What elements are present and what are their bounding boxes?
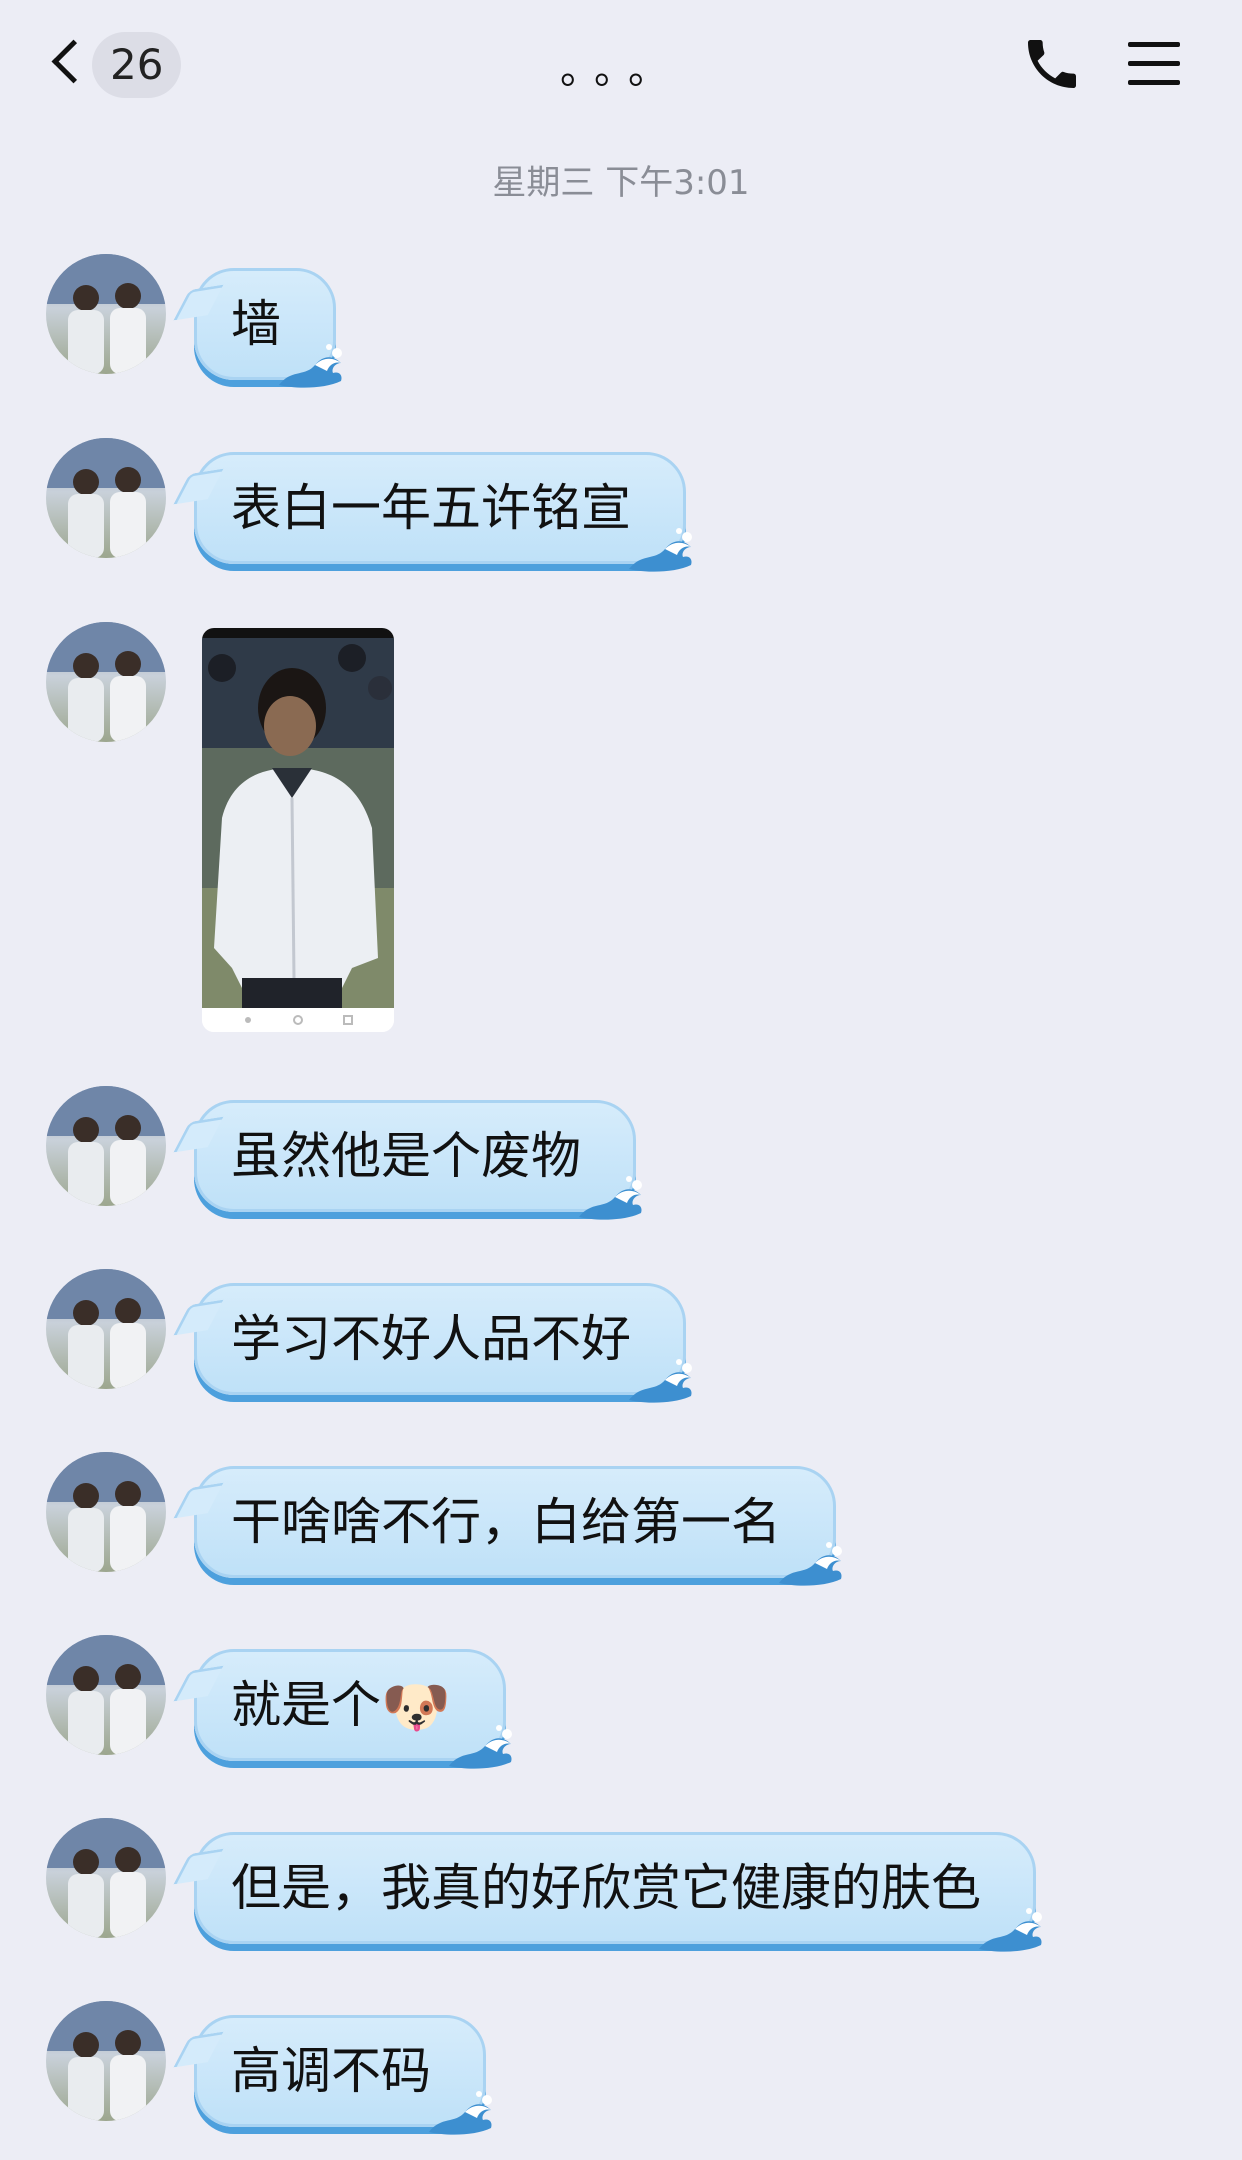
message-text: 学习不好人品不好 bbox=[231, 1310, 631, 1368]
dog-face-emoji: 🐶 bbox=[381, 1675, 451, 1740]
hamburger-menu-icon bbox=[1128, 42, 1180, 47]
menu-button[interactable] bbox=[1126, 36, 1182, 92]
wave-icon bbox=[779, 1542, 842, 1586]
avatar[interactable] bbox=[46, 622, 166, 742]
wave-icon bbox=[979, 1908, 1042, 1952]
call-button[interactable] bbox=[1020, 32, 1084, 96]
wave-icon bbox=[279, 344, 342, 388]
message-bubble[interactable]: 高调不码 bbox=[194, 2015, 492, 2135]
chevron-left-icon bbox=[51, 39, 96, 84]
message-bubble[interactable]: 学习不好人品不好 bbox=[194, 1283, 692, 1403]
chat-title: 。。。 bbox=[560, 47, 682, 93]
wave-icon bbox=[429, 2091, 492, 2135]
wave-icon bbox=[629, 1359, 692, 1403]
message-bubble[interactable]: 墙 bbox=[194, 268, 342, 388]
avatar[interactable] bbox=[46, 1635, 166, 1755]
image-message[interactable] bbox=[202, 628, 394, 1032]
top-bar: 26 。。。 bbox=[0, 0, 1242, 140]
back-button[interactable]: 26 bbox=[44, 32, 184, 102]
message-row: 虽然他是个废物 bbox=[0, 1086, 1242, 1220]
message-timestamp: 星期三 下午3:01 bbox=[492, 163, 750, 203]
wave-icon bbox=[629, 528, 692, 572]
message-row: 墙 bbox=[0, 254, 1242, 388]
avatar[interactable] bbox=[46, 1269, 166, 1389]
message-row: 学习不好人品不好 bbox=[0, 1269, 1242, 1403]
message-text: 虽然他是个废物 bbox=[231, 1127, 581, 1185]
message-row: 但是，我真的好欣赏它健康的肤色 bbox=[0, 1818, 1242, 1952]
message-row: 就是个🐶 bbox=[0, 1635, 1242, 1769]
wave-icon bbox=[448, 1725, 512, 1769]
message-bubble[interactable]: 表白一年五许铭宣 bbox=[194, 452, 692, 572]
avatar[interactable] bbox=[46, 1086, 166, 1206]
phone-icon bbox=[1028, 40, 1076, 88]
avatar[interactable] bbox=[46, 254, 166, 374]
message-text: 墙 bbox=[231, 295, 281, 353]
message-bubble[interactable]: 虽然他是个废物 bbox=[194, 1100, 642, 1220]
message-row: 表白一年五许铭宣 bbox=[0, 438, 1242, 572]
message-text: 表白一年五许铭宣 bbox=[231, 479, 631, 537]
message-text: 就是个 bbox=[231, 1676, 381, 1734]
message-text: 但是，我真的好欣赏它健康的肤色 bbox=[231, 1859, 981, 1917]
message-bubble[interactable]: 干啥啥不行，白给第一名 bbox=[194, 1466, 842, 1586]
photo-thumbnail bbox=[202, 628, 394, 1032]
avatar[interactable] bbox=[46, 1818, 166, 1938]
unread-count-badge: 26 bbox=[92, 32, 182, 98]
message-bubble[interactable]: 但是，我真的好欣赏它健康的肤色 bbox=[194, 1832, 1042, 1952]
message-row: 高调不码 bbox=[0, 2001, 1242, 2135]
message-text: 干啥啥不行，白给第一名 bbox=[231, 1493, 781, 1551]
avatar[interactable] bbox=[46, 1452, 166, 1572]
message-bubble[interactable]: 就是个🐶 bbox=[194, 1649, 512, 1769]
message-text: 高调不码 bbox=[231, 2042, 431, 2100]
avatar[interactable] bbox=[46, 2001, 166, 2121]
message-row bbox=[0, 622, 1242, 1042]
avatar[interactable] bbox=[46, 438, 166, 558]
wave-icon bbox=[579, 1176, 642, 1220]
message-row: 干啥啥不行，白给第一名 bbox=[0, 1452, 1242, 1586]
